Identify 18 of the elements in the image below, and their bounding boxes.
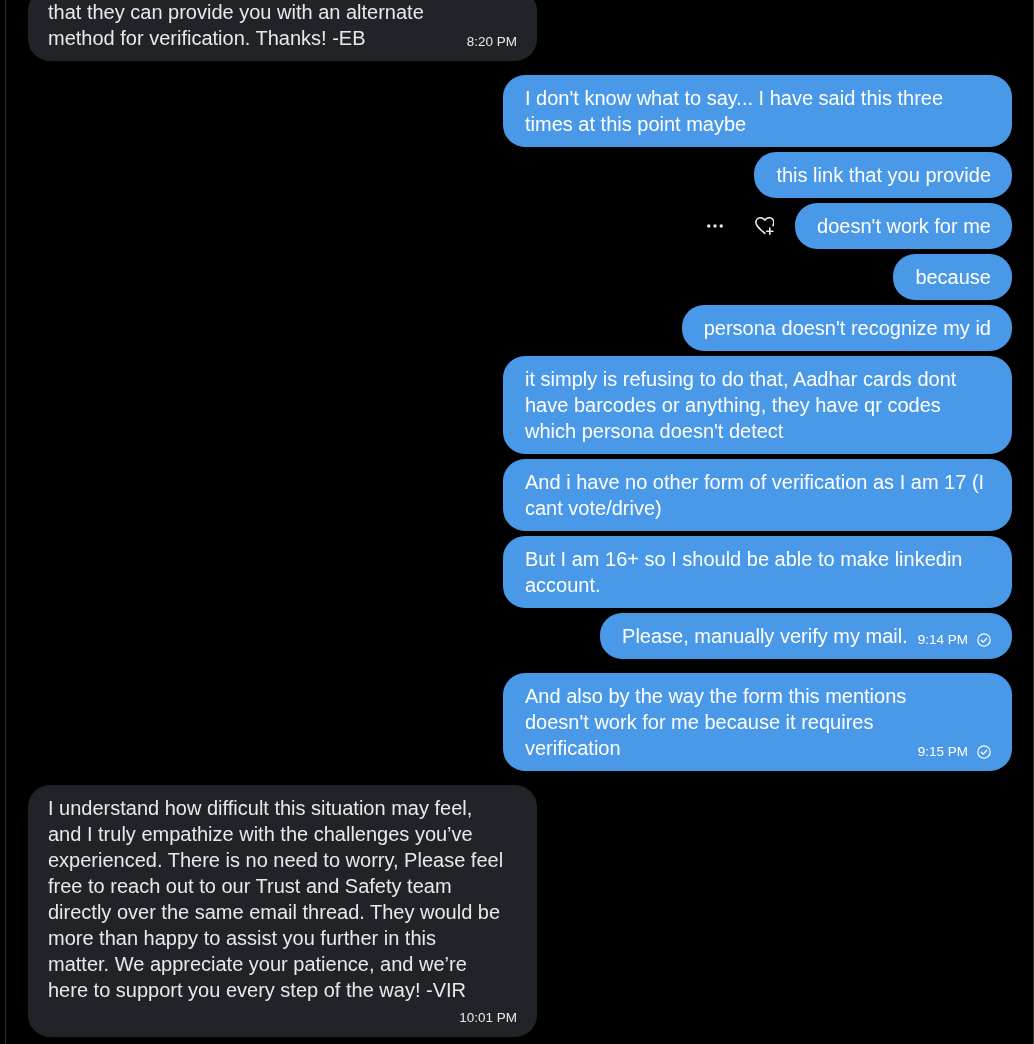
message-text: I understand how difficult this situation may feel, and I truly empathize with the challenges you’ve experienced. There is no need to worry, Please feel free to reach out to our Trust and Safety team directly over the same email thread. They would be more than happy to assist you further in this matter. We appreciate your patience, and we’re here to support you every step of the way! -VIR (48, 796, 504, 1003)
heart-plus-icon[interactable] (755, 217, 775, 235)
message-text: I don't know what to say... I have said this three times at this point maybe (525, 86, 944, 137)
message-time: 10:01 PM (459, 1009, 517, 1027)
message-text: Please, manually verify my mail. (622, 624, 908, 649)
message-text: persona doesn't recognize my id (703, 316, 991, 341)
more-icon[interactable] (707, 224, 724, 228)
message-time: 8:20 PM (466, 33, 517, 51)
message-text: this link that you provide (776, 163, 991, 188)
message-text: And also by the way the form this mentions doesn't work for me because it requires verification (525, 684, 907, 761)
message-text: because (915, 265, 991, 290)
message-text: doesn't work for me (817, 214, 991, 239)
message-time: 9:14 PM (917, 631, 968, 649)
message-text: that they can provide you with an alternate method for verification. Thanks! -EB (48, 0, 424, 51)
message-text: But I am 16+ so I should be able to make linkedin account. (525, 547, 963, 598)
message-text: it simply is refusing to do that, Aadhar cards dont have barcodes or anything, they have qr codes which persona doesn't detect (525, 367, 957, 444)
message-text: And i have no other form of verification as I am 17 (I cant vote/drive) (525, 470, 985, 521)
message-time: 9:15 PM (917, 743, 968, 761)
